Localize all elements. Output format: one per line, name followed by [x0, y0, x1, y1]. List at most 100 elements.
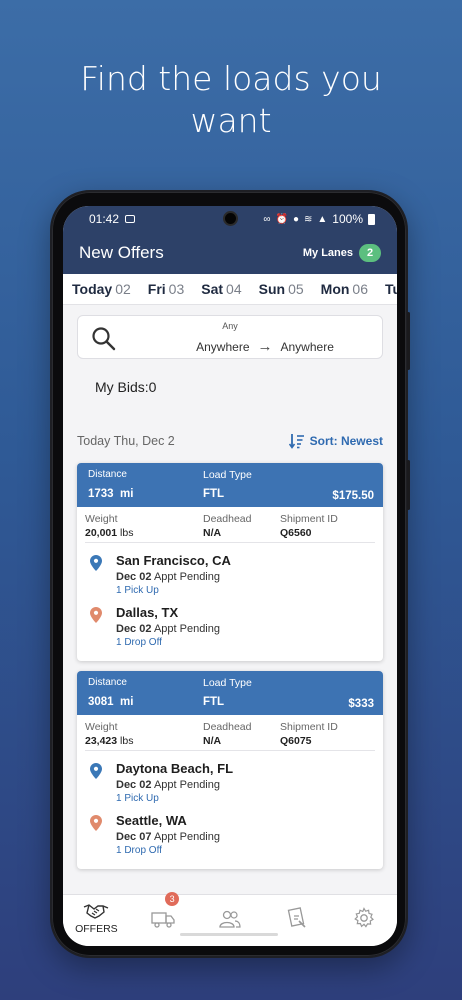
pickup-stop: Daytona Beach, FL Dec 02 Appt Pending 1 … [77, 757, 383, 809]
pickup-date: Dec 02 Appt Pending [116, 779, 220, 791]
dropoff-pin-icon [90, 607, 102, 623]
distance-value: 1733 mi [88, 488, 134, 500]
tab-today[interactable]: Today 02 [72, 281, 131, 297]
load-type-label: Load Type [203, 677, 252, 689]
phone-frame: 01:42 ∞ ⏰ ● ≋ ▲ 100% New Offers My Lanes… [50, 190, 410, 958]
load-card[interactable]: Distance 3081 mi Load Type FTL $333 Weig… [77, 671, 383, 869]
message-icon [125, 215, 136, 223]
shipment-id-label: Shipment ID [280, 513, 338, 525]
nav-documents[interactable] [267, 895, 327, 946]
list-date-label: Today Thu, Dec 2 [77, 434, 175, 448]
load-price: $175.50 [332, 490, 374, 502]
load-card-meta: Weight 23,423 lbs Deadhead N/A Shipment … [85, 715, 375, 751]
promo-headline-line1: Find the loads you [80, 59, 382, 98]
dropoff-action: 1 Drop Off [116, 637, 162, 648]
home-indicator[interactable] [180, 933, 278, 936]
load-type-value: FTL [203, 696, 225, 708]
tab-tue[interactable]: Tu [385, 281, 397, 297]
pickup-action: 1 Pick Up [116, 585, 159, 596]
weight-value: 20,001 lbs [85, 527, 134, 539]
list-header: Today Thu, Dec 2 Sort: Newest [77, 433, 383, 449]
users-icon [219, 910, 241, 928]
signal-icon: ▲ [317, 213, 328, 225]
tab-sat[interactable]: Sat 04 [201, 281, 241, 297]
document-icon [287, 907, 306, 928]
load-type-value: FTL [203, 488, 225, 500]
dropoff-pin-icon [90, 815, 102, 831]
weight-label: Weight [85, 721, 118, 733]
pickup-city: San Francisco, CA [116, 553, 231, 568]
page-title: New Offers [79, 243, 164, 262]
load-card[interactable]: Distance 1733 mi Load Type FTL $175.50 W… [77, 463, 383, 661]
camera-cutout [223, 211, 238, 226]
my-bids[interactable]: My Bids:0 [95, 379, 397, 395]
weight-value: 23,423 lbs [85, 735, 134, 747]
nav-contacts[interactable] [200, 895, 260, 946]
pickup-pin-icon [90, 555, 102, 571]
shipment-id-value: Q6075 [280, 735, 312, 747]
nav-offers[interactable]: OFFERS [66, 895, 126, 946]
nav-settings[interactable] [334, 895, 394, 946]
my-lanes-badge: 2 [359, 244, 381, 262]
link-icon: ∞ [263, 213, 271, 225]
battery-percent: 100% [332, 212, 363, 226]
pickup-city: Daytona Beach, FL [116, 761, 234, 776]
app-header: New Offers My Lanes 2 [63, 232, 397, 274]
sort-label: Sort: Newest [309, 434, 383, 448]
gear-icon [353, 907, 374, 928]
pickup-action: 1 Pick Up [116, 793, 159, 804]
weight-label: Weight [85, 513, 118, 525]
promo-headline: Find the loads you want [0, 58, 462, 142]
status-bar: 01:42 ∞ ⏰ ● ≋ ▲ 100% [63, 206, 397, 232]
search-equipment: Any [222, 321, 238, 331]
route-arrow: → [257, 338, 273, 355]
deadhead-label: Deadhead [203, 721, 252, 733]
sort-icon [288, 434, 304, 449]
dropoff-stop: Dallas, TX Dec 02 Appt Pending 1 Drop Of… [77, 601, 383, 661]
pickup-pin-icon [90, 763, 102, 779]
wifi-icon: ≋ [304, 213, 313, 225]
status-time: 01:42 [89, 212, 120, 226]
load-card-meta: Weight 20,001 lbs Deadhead N/A Shipment … [85, 507, 375, 543]
search-lane-box[interactable]: Any Anywhere → Anywhere [77, 315, 383, 359]
distance-value: 3081 mi [88, 696, 134, 708]
dropoff-stop: Seattle, WA Dec 07 Appt Pending 1 Drop O… [77, 809, 383, 869]
dropoff-date: Dec 02 Appt Pending [116, 623, 220, 635]
load-card-header: Distance 1733 mi Load Type FTL $175.50 [77, 463, 383, 507]
day-tabs: Today02 Fri03 Sat04 Sun05 Mon06 Tu [63, 274, 397, 305]
dropoff-city: Seattle, WA [116, 813, 187, 828]
my-lanes-button[interactable]: My Lanes 2 [303, 244, 381, 262]
distance-label: Distance [88, 677, 127, 688]
battery-icon [368, 213, 375, 225]
promo-headline-line2: want [190, 101, 272, 140]
dropoff-action: 1 Drop Off [116, 845, 162, 856]
tab-sun[interactable]: Sun 05 [259, 281, 304, 297]
loads-badge: 3 [165, 892, 180, 906]
location-icon: ● [292, 213, 299, 225]
dropoff-date: Dec 07 Appt Pending [116, 831, 220, 843]
shipment-id-value: Q6560 [280, 527, 312, 539]
tab-mon[interactable]: Mon 06 [321, 281, 368, 297]
volume-button [407, 460, 410, 510]
search-destination: Anywhere [280, 339, 334, 354]
nav-offers-label: OFFERS [75, 923, 118, 935]
handshake-icon [84, 904, 109, 919]
truck-icon [151, 912, 175, 928]
deadhead-value: N/A [203, 527, 222, 539]
power-button [407, 312, 410, 370]
bottom-nav: OFFERS 3 [63, 892, 397, 946]
tab-fri[interactable]: Fri 03 [148, 281, 184, 297]
pickup-stop: San Francisco, CA Dec 02 Appt Pending 1 … [77, 549, 383, 601]
deadhead-label: Deadhead [203, 513, 252, 525]
pickup-date: Dec 02 Appt Pending [116, 571, 220, 583]
sort-button[interactable]: Sort: Newest [288, 433, 383, 449]
distance-label: Distance [88, 469, 127, 480]
deadhead-value: N/A [203, 735, 222, 747]
load-card-header: Distance 3081 mi Load Type FTL $333 [77, 671, 383, 715]
nav-loads[interactable]: 3 [133, 892, 193, 946]
search-route: Anywhere → Anywhere [148, 338, 382, 355]
load-price: $333 [348, 698, 374, 710]
app-screen: 01:42 ∞ ⏰ ● ≋ ▲ 100% New Offers My Lanes… [63, 206, 397, 946]
my-lanes-label: My Lanes [302, 247, 353, 259]
alarm-icon: ⏰ [275, 213, 288, 225]
